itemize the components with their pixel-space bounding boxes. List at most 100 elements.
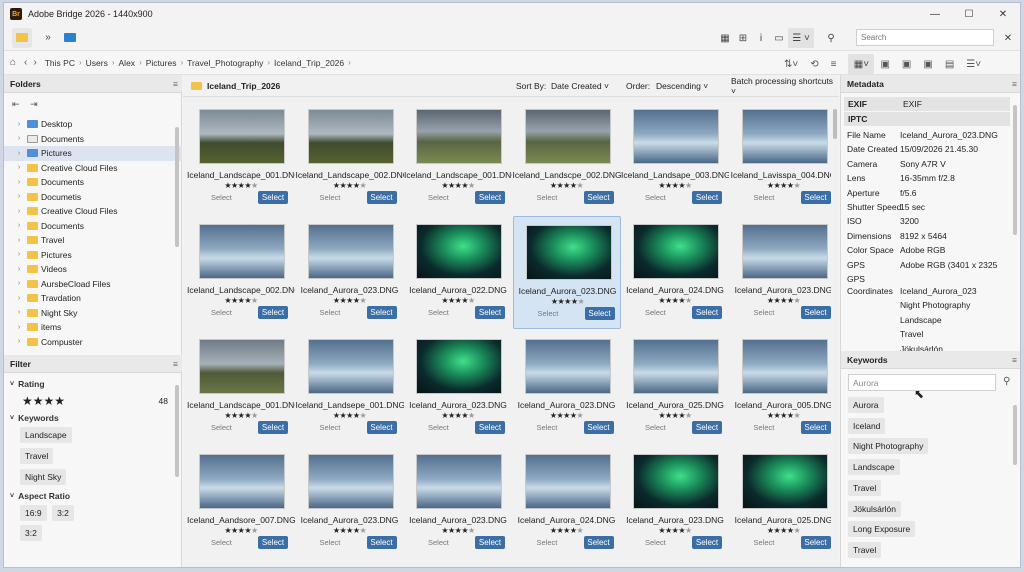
- thumbnail-image[interactable]: [416, 224, 502, 279]
- select-label[interactable]: Select: [645, 423, 666, 432]
- aspect-ratio-section[interactable]: ˅ Aspect Ratio: [4, 489, 174, 503]
- select-label[interactable]: Select: [537, 538, 558, 547]
- info-view-button[interactable]: ⅰ: [752, 28, 770, 48]
- tree-item[interactable]: › Documetis: [4, 190, 182, 205]
- select-button[interactable]: Select: [258, 191, 288, 204]
- rating-stars[interactable]: ★★★★★: [187, 526, 295, 535]
- back-icon[interactable]: ‹: [24, 57, 27, 68]
- thumbnail-image[interactable]: [633, 454, 719, 509]
- select-button[interactable]: Select: [366, 306, 397, 319]
- thumbnail-image[interactable]: [199, 109, 285, 164]
- thumbnail-item[interactable]: Iceland_Aandsore_007.DNG ★★★★★ Select Selec…: [187, 446, 295, 559]
- rating-stars[interactable]: ★★★★★: [621, 526, 729, 535]
- thumbnail-image[interactable]: [741, 109, 828, 164]
- select-button[interactable]: Select: [692, 421, 722, 434]
- rating-stars[interactable]: ★★★★★: [187, 181, 295, 190]
- thumbnail-image[interactable]: [741, 339, 828, 394]
- select-button[interactable]: Select: [475, 306, 505, 319]
- select-label[interactable]: Select: [320, 423, 341, 432]
- select-label[interactable]: Select: [320, 538, 341, 547]
- keywords-section[interactable]: ˅ Keywords: [4, 411, 174, 425]
- grid-view-button[interactable]: ▦: [716, 28, 734, 48]
- thumbnail-item[interactable]: Iceland_Aurora_005.DNG ★★★★★ Select Select: [730, 331, 832, 444]
- thumbnail-item[interactable]: Iceland_Aurora_024.DNG ★★★★★ Select Select: [621, 216, 729, 329]
- select-label[interactable]: Select: [320, 193, 341, 202]
- rating-section[interactable]: ˅ Rating: [4, 377, 174, 391]
- view-options-icon[interactable]: ≡: [831, 59, 837, 70]
- thumbnail-item[interactable]: Iceland_Aurora_023.DNG ★★★★★ Select Select: [621, 446, 729, 559]
- thumbnail-image[interactable]: [633, 339, 719, 394]
- keyword-filter-chip[interactable]: Landscape: [20, 427, 72, 443]
- tree-item[interactable]: › Travdation: [4, 291, 182, 306]
- thumbnail-image[interactable]: [307, 224, 394, 279]
- maximize-button[interactable]: ☐: [952, 3, 986, 25]
- select-button[interactable]: Select: [692, 306, 722, 319]
- metadata-value[interactable]: Iceland_Aurora_023.DNG: [900, 130, 998, 140]
- rating-stars[interactable]: ★★★★★: [404, 411, 512, 420]
- metadata-value[interactable]: 15/09/2026 21.45.30: [900, 144, 978, 154]
- select-button[interactable]: Select: [258, 536, 288, 549]
- panel-menu-icon[interactable]: ≡: [1012, 79, 1017, 89]
- keyword-item[interactable]: Iceland: [848, 417, 886, 434]
- thumbnail-image[interactable]: [741, 224, 828, 279]
- rating-stars[interactable]: ★★★★★: [730, 411, 832, 420]
- select-label[interactable]: Select: [645, 538, 666, 547]
- panel-menu-icon[interactable]: ≡: [173, 359, 178, 369]
- keyword-item[interactable]: Aurora: [848, 397, 884, 413]
- metadata-value[interactable]: 15 sec: [900, 202, 925, 212]
- select-label[interactable]: Select: [754, 308, 775, 317]
- keyword-item[interactable]: Travel: [848, 479, 882, 496]
- select-label[interactable]: Select: [537, 193, 558, 202]
- panel-menu-icon[interactable]: ≡: [173, 79, 178, 89]
- image-icon[interactable]: ▣: [923, 59, 932, 70]
- thumbnail-view-button[interactable]: ▦˅: [848, 54, 875, 74]
- tree-item[interactable]: › Videos: [4, 262, 182, 277]
- select-label[interactable]: Select: [211, 193, 232, 202]
- aspect-chip[interactable]: 3:2: [20, 525, 42, 541]
- iptc-row[interactable]: IPTC: [844, 112, 1010, 126]
- thumbnail-item[interactable]: Iceland_Aurora_023.DNG ★★★★★ Select Select: [730, 216, 832, 329]
- tree-item[interactable]: › Desktop: [4, 117, 182, 132]
- filter-scrollbar[interactable]: [175, 385, 179, 477]
- rating-stars[interactable]: ★★★★★: [187, 411, 295, 420]
- select-label[interactable]: Select: [211, 538, 232, 547]
- thumbnail-item[interactable]: Iceland_Aurora_023.DNG ★★★★★ Select Select: [404, 446, 512, 559]
- metadata-value[interactable]: Sony A7R V: [900, 159, 946, 169]
- keyword-item[interactable]: Landscape: [848, 459, 900, 476]
- folder-scrollbar[interactable]: [175, 127, 179, 247]
- thumbnail-image[interactable]: [307, 109, 394, 164]
- thumbnail-image[interactable]: [633, 109, 719, 164]
- tree-item[interactable]: › AursbeCload Files: [4, 277, 182, 292]
- select-label[interactable]: Select: [211, 423, 232, 432]
- rating-stars[interactable]: ★★★★★: [404, 181, 512, 190]
- tree-item[interactable]: › Pictures: [4, 248, 182, 263]
- thumbnail-item[interactable]: Iceland_Landsepe_001.DNG ★★★★★ Select Selec…: [296, 331, 404, 444]
- preview-view-button[interactable]: ▭: [770, 28, 788, 48]
- close-button[interactable]: ✕: [986, 3, 1020, 25]
- image-icon[interactable]: ▣: [902, 59, 911, 70]
- rating-stars[interactable]: ★★★★★: [730, 296, 832, 305]
- metadata-value[interactable]: 8192 x 5464: [900, 231, 947, 241]
- thumbnail-image[interactable]: [524, 109, 611, 164]
- select-button[interactable]: Select: [800, 421, 831, 434]
- select-label[interactable]: Select: [645, 308, 666, 317]
- rating-filter-row[interactable]: ★★★★ 48: [4, 391, 174, 411]
- metadata-value[interactable]: 3200: [900, 216, 919, 226]
- thumbnail-item[interactable]: Iceland_Landscape_002.DNG ★★★★★ Select Sele…: [187, 216, 295, 329]
- tree-item[interactable]: › Travel: [4, 233, 182, 248]
- keyword-item[interactable]: Jökulsárlón: [848, 500, 901, 517]
- thumbnail-image[interactable]: [524, 454, 611, 509]
- thumbnail-image[interactable]: [416, 109, 502, 164]
- rating-stars[interactable]: ★★★★★: [513, 526, 621, 535]
- metadata-value[interactable]: Travel: [900, 329, 923, 339]
- aspect-chip[interactable]: 3:2: [52, 505, 74, 521]
- thumbnail-item[interactable]: Iceland_Aurora_023.DNG ★★★★★ Select Select: [404, 331, 512, 444]
- thumbnail-item[interactable]: Iceland_Aurora_023.DNG ★★★★★ Select Select: [513, 331, 621, 444]
- rating-stars[interactable]: ★★★★★: [404, 526, 512, 535]
- select-label[interactable]: Select: [754, 423, 775, 432]
- select-button[interactable]: Select: [366, 421, 397, 434]
- breadcrumb-item[interactable]: Travel_Photography: [187, 58, 263, 68]
- image-icon[interactable]: ▣: [880, 59, 889, 70]
- thumbnail-image[interactable]: [416, 454, 502, 509]
- metadata-value[interactable]: Adobe RGB (3401 x 2325: [900, 260, 997, 270]
